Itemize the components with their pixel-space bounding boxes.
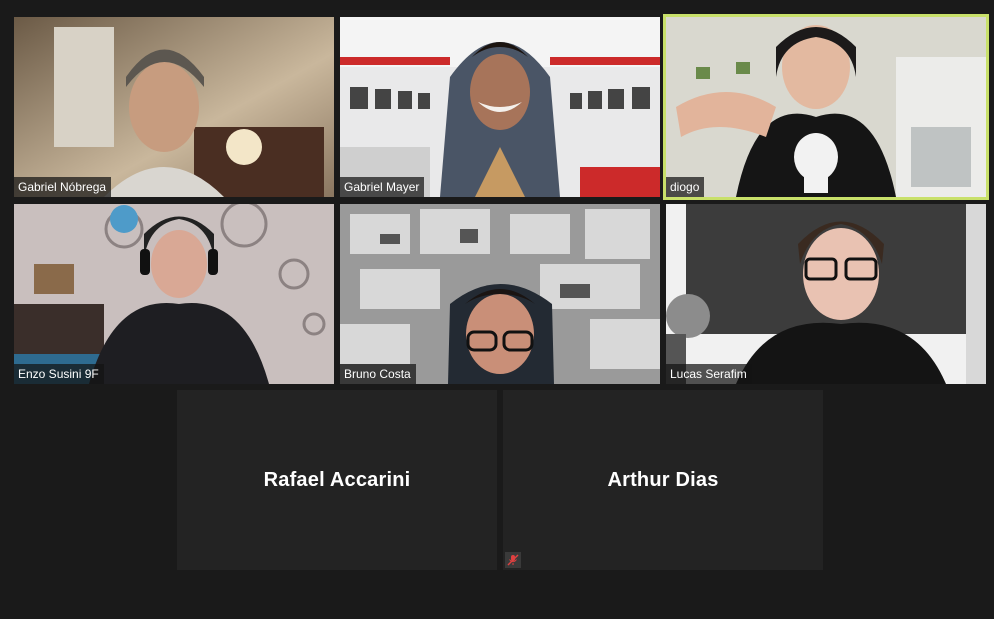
participant-video — [340, 204, 660, 384]
participant-name-label: Enzo Susini 9F — [14, 364, 104, 384]
mic-muted-icon — [505, 552, 521, 568]
participant-name: Rafael Accarini — [263, 468, 411, 491]
video-tile-gabriel-nobrega[interactable]: Gabriel Nóbrega — [14, 17, 334, 197]
participant-name-label: Bruno Costa — [340, 364, 416, 384]
participant-video — [14, 204, 334, 384]
participant-name-label: diogo — [666, 177, 705, 197]
video-tile-arthur-dias[interactable]: Arthur Dias — [503, 390, 823, 570]
video-tile-diogo[interactable]: diogo — [663, 14, 989, 200]
participant-name-label: Gabriel Nóbrega — [14, 177, 112, 197]
participant-name-label: Gabriel Mayer — [340, 177, 425, 197]
video-tile-bruno-costa[interactable]: Bruno Costa — [340, 204, 660, 384]
participant-name-label: Lucas Serafim — [666, 364, 752, 384]
participant-video — [14, 17, 334, 197]
participant-name: Arthur Dias — [607, 468, 719, 491]
participant-video — [666, 17, 986, 197]
video-tile-gabriel-mayer[interactable]: Gabriel Mayer — [340, 17, 660, 197]
video-tile-enzo-susini[interactable]: Enzo Susini 9F — [14, 204, 334, 384]
video-tile-rafael-accarini[interactable]: Rafael Accarini — [177, 390, 497, 570]
participant-video — [666, 204, 986, 384]
video-tile-lucas-serafim[interactable]: Lucas Serafim — [666, 204, 986, 384]
gallery-view: Gabriel Nóbrega Gabriel Mayer diogo Enzo… — [0, 0, 994, 619]
participant-video — [340, 17, 660, 197]
